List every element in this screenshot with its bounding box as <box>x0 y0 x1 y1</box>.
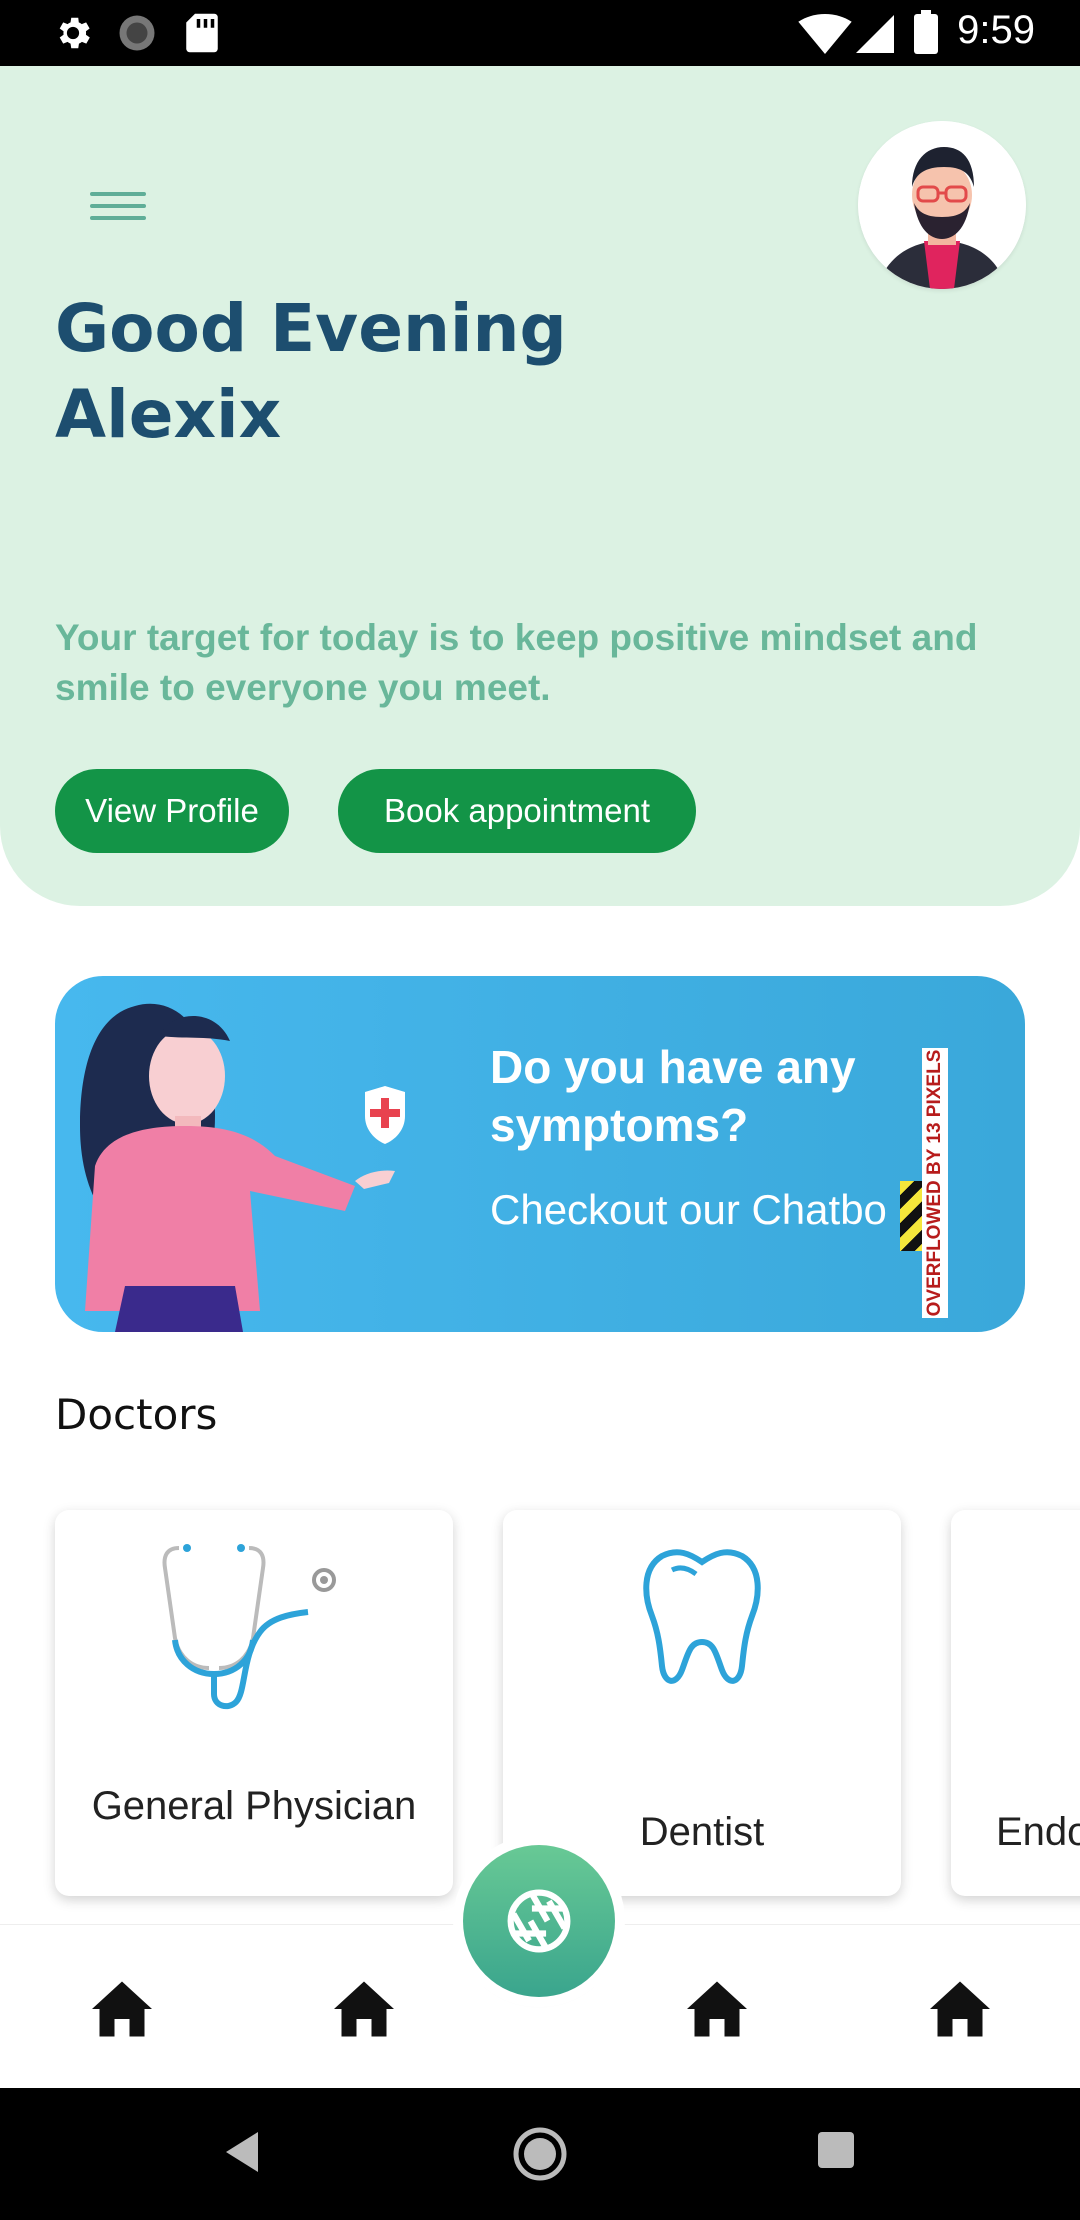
doctor-card-dentist[interactable]: Dentist <box>503 1510 901 1896</box>
avatar-illustration <box>858 121 1026 289</box>
overflow-warning-text: OVERFLOWED BY 13 PIXELS <box>924 1049 945 1317</box>
home-icon[interactable] <box>334 1981 394 2037</box>
menu-icon[interactable] <box>90 184 146 232</box>
camera-fab-button[interactable] <box>463 1845 615 1997</box>
tooth-icon <box>643 1549 761 1684</box>
doctor-card-label: General Physician <box>91 1784 417 1828</box>
user-name: Alexix <box>55 376 282 453</box>
status-bar: 9:59 <box>0 0 1080 66</box>
status-time: 9:59 <box>957 8 1035 52</box>
home-icon[interactable] <box>930 1981 990 2037</box>
overflow-stripe <box>900 1181 922 1251</box>
battery-icon <box>914 10 938 54</box>
home-icon[interactable] <box>687 1981 747 2037</box>
promo-title: Do you have any symptoms? <box>490 1041 856 1151</box>
circle-icon <box>119 15 155 51</box>
doctor-illustration <box>80 1003 405 1332</box>
doctor-card-general-physician[interactable]: General Physician <box>55 1510 453 1896</box>
back-icon[interactable] <box>222 2128 262 2176</box>
overflow-warning: OVERFLOWED BY 13 PIXELS <box>922 1048 948 1318</box>
header-panel: Good Evening Alexix Your target for toda… <box>0 66 1080 906</box>
home-icon[interactable] <box>92 1981 152 2037</box>
stethoscope-icon <box>162 1544 336 1710</box>
chatbot-link[interactable]: Checkout our Chatbo <box>490 1186 900 1234</box>
home-circle-icon[interactable] <box>512 2126 568 2182</box>
daily-target-text: Your target for today is to keep positiv… <box>55 617 978 708</box>
avatar[interactable] <box>858 121 1026 289</box>
wifi-icon <box>798 14 852 54</box>
doctor-card-label: Endo <box>996 1810 1080 1854</box>
greeting-title: Good Evening Alexix <box>55 286 755 458</box>
greeting-line: Good Evening <box>55 290 567 367</box>
recents-icon[interactable] <box>818 2132 854 2168</box>
gear-icon <box>59 17 90 49</box>
view-profile-button[interactable]: View Profile <box>55 769 289 853</box>
doctor-card-endo[interactable]: Endo <box>951 1510 1080 1896</box>
doctors-section-title: Doctors <box>55 1390 218 1439</box>
system-navigation-bar <box>0 2088 1080 2220</box>
signal-icon <box>856 15 894 53</box>
symptom-chatbot-card[interactable]: Do you have any symptoms? Checkout our C… <box>55 976 1025 1332</box>
aperture-icon <box>507 1889 571 1953</box>
sd-card-icon <box>186 13 218 53</box>
book-appointment-button[interactable]: Book appointment <box>338 769 696 853</box>
